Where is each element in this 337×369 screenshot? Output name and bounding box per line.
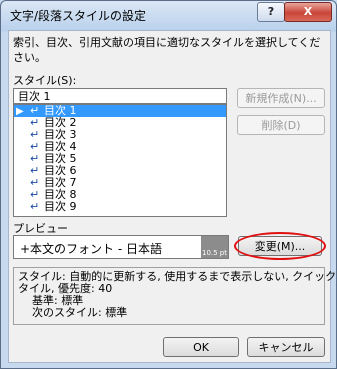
delete-style-button[interactable]: 削除(D) <box>237 115 325 135</box>
preview-label: プレビュー <box>13 222 68 235</box>
style-list-item[interactable]: ↵ 目次 9 <box>14 201 226 213</box>
title-bar[interactable]: 文字/段落スタイルの設定 ? X <box>1 1 336 29</box>
style-info-box: スタイル: 自動的に更新する, 使用するまで表示しない, クイック ス タイル,… <box>13 267 336 325</box>
style-name-field[interactable]: 目次 1 <box>13 88 227 104</box>
cancel-button[interactable]: キャンセル <box>247 337 325 357</box>
highlight-ring <box>234 232 326 260</box>
style-preview: +本文のフォント - 日本語 10.5 pt <box>13 235 229 259</box>
close-button[interactable]: X <box>284 2 332 22</box>
preview-text: +本文のフォント - 日本語 <box>20 242 163 256</box>
dialog-body: 索引、目次、引用文献の項目に適切なスタイルを選択してください。 スタイル(S):… <box>8 30 336 363</box>
style-list-item-label: 目次 9 <box>44 200 77 213</box>
style-list[interactable]: ▶ ↵ 目次 1 ↵ 目次 2 ↵ 目次 3 ↵ 目次 4 ↵ 目次 5 ↵ 目次 6 ↵ 目次 7 ↵ 目次 … <box>13 104 227 217</box>
help-button[interactable]: ? <box>257 2 285 22</box>
preview-size: 10.5 pt <box>201 236 228 258</box>
paragraph-mark-icon: ↵ <box>30 200 40 213</box>
ok-button[interactable]: OK <box>163 337 239 357</box>
description-text: 索引、目次、引用文献の項目に適切なスタイルを選択してください。 <box>13 36 321 64</box>
style-label: スタイル(S): <box>13 74 77 87</box>
dialog-window: 文字/段落スタイルの設定 ? X 索引、目次、引用文献の項目に適切なスタイルを選… <box>0 0 337 369</box>
dialog-title: 文字/段落スタイルの設定 <box>10 9 147 23</box>
new-style-button[interactable]: 新規作成(N)... <box>237 88 325 108</box>
style-info-line: 次のスタイル: 標準 <box>18 306 128 319</box>
